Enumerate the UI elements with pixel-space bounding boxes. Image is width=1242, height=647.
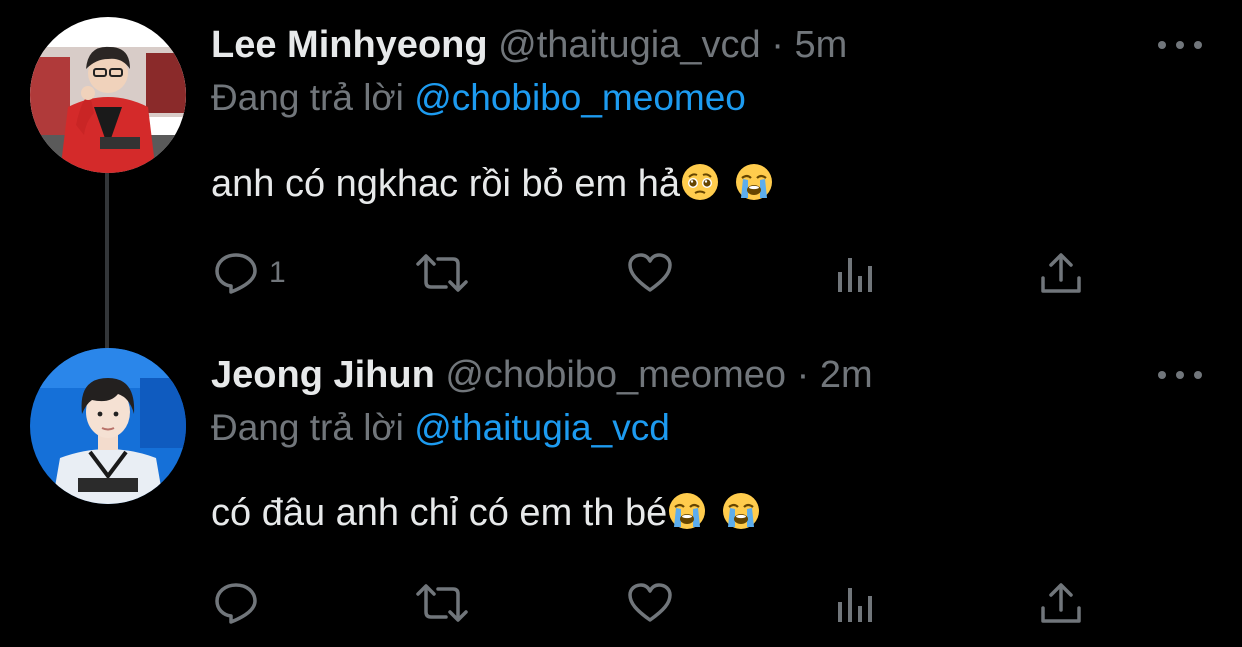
- separator-dot: ·: [771, 24, 784, 66]
- avatar[interactable]: [30, 348, 186, 504]
- tweet-2[interactable]: Jeong Jihun @chobibo_meomeo · 2m Đang tr…: [0, 330, 1242, 647]
- tweet-actions: [0, 573, 1242, 633]
- mention-link[interactable]: @thaitugia_vcd: [414, 407, 670, 448]
- retweet-button[interactable]: [414, 573, 470, 633]
- more-icon[interactable]: [1158, 35, 1202, 55]
- avatar[interactable]: [30, 17, 186, 173]
- loudly-crying-face-emoji: [723, 492, 760, 529]
- views-icon: [838, 258, 872, 292]
- more-icon[interactable]: [1158, 365, 1202, 385]
- reply-count: 1: [269, 256, 286, 289]
- user-handle[interactable]: @chobibo_meomeo: [445, 354, 786, 396]
- views-icon: [838, 588, 872, 622]
- tweet-header: Lee Minhyeong @thaitugia_vcd · 5m: [211, 20, 847, 70]
- timestamp[interactable]: 2m: [820, 354, 873, 396]
- heart-icon: [628, 583, 672, 622]
- retweet-button[interactable]: [414, 243, 470, 303]
- replying-to: Đang trả lời @thaitugia_vcd: [211, 404, 670, 452]
- views-button[interactable]: [832, 573, 878, 633]
- tweet-header: Jeong Jihun @chobibo_meomeo · 2m: [211, 350, 873, 400]
- heart-icon: [628, 253, 672, 292]
- replying-to-label: Đang trả lời: [211, 77, 404, 118]
- share-icon: [1041, 583, 1081, 623]
- tweet-actions: 1: [0, 243, 1242, 303]
- views-button[interactable]: [832, 243, 878, 303]
- share-button[interactable]: [1038, 573, 1084, 633]
- loudly-crying-face-emoji: [669, 492, 706, 529]
- separator-dot: ·: [796, 354, 810, 396]
- display-name[interactable]: Jeong Jihun: [211, 354, 435, 396]
- share-icon: [1041, 253, 1081, 293]
- replying-to: Đang trả lời @chobibo_meomeo: [211, 74, 746, 122]
- loudly-crying-face-emoji: [735, 163, 772, 200]
- reply-button[interactable]: [213, 573, 269, 633]
- tweet-1[interactable]: Lee Minhyeong @thaitugia_vcd · 5m Đang t…: [0, 0, 1242, 330]
- user-handle[interactable]: @thaitugia_vcd: [498, 24, 761, 66]
- retweet-icon: [416, 584, 468, 622]
- mention-link[interactable]: @chobibo_meomeo: [414, 77, 746, 118]
- tweet-text-content: anh có ngkhac rồi bỏ em hả: [211, 163, 680, 205]
- timestamp[interactable]: 5m: [794, 24, 847, 66]
- like-button[interactable]: [626, 243, 674, 303]
- retweet-icon: [416, 254, 468, 292]
- replying-to-label: Đang trả lời: [211, 407, 404, 448]
- like-button[interactable]: [626, 573, 674, 633]
- reply-button[interactable]: 1: [213, 243, 286, 303]
- pleading-face-emoji: [681, 163, 718, 200]
- reply-icon: [215, 253, 257, 294]
- share-button[interactable]: [1038, 243, 1084, 303]
- reply-icon: [215, 583, 257, 624]
- tweet-text-content: có đâu anh chỉ có em th bé: [211, 492, 668, 534]
- tweet-text: có đâu anh chỉ có em th bé: [211, 485, 761, 541]
- display-name[interactable]: Lee Minhyeong: [211, 24, 488, 66]
- tweet-text: anh có ngkhac rồi bỏ em hả: [211, 156, 774, 212]
